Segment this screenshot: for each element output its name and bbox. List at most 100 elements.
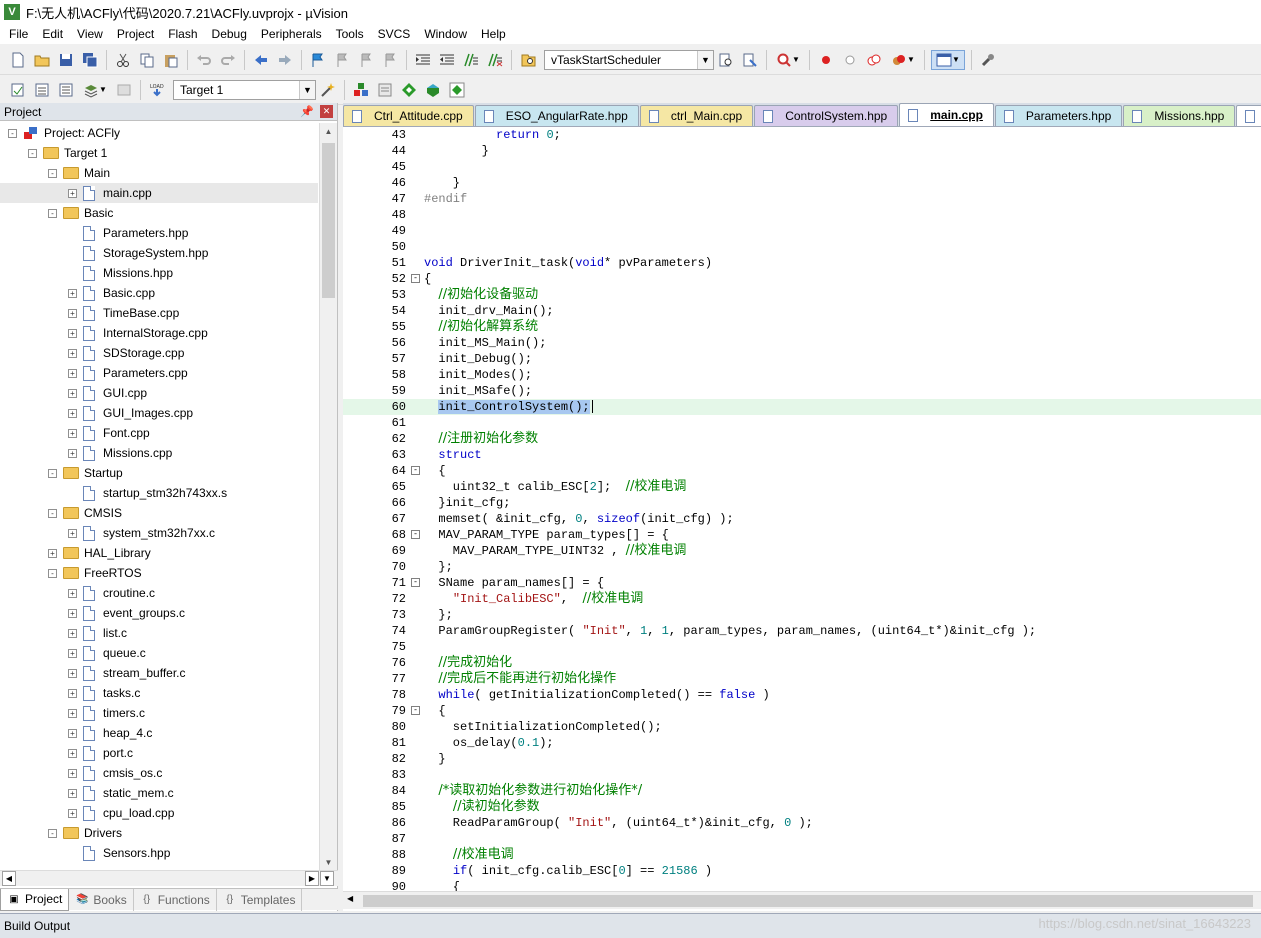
code-line[interactable]: 75 <box>343 639 1261 655</box>
tab-books[interactable]: 📚 Books <box>69 888 134 911</box>
code-line[interactable]: 60 init_ControlSystem(); <box>343 399 1261 415</box>
editor-tab[interactable]: ctrl_Main.cpp <box>639 105 754 126</box>
project-tree-vscrollbar[interactable]: ▲ ▼ <box>319 123 337 870</box>
fold-icon[interactable]: - <box>411 530 420 539</box>
scroll-down-icon[interactable]: ▼ <box>320 871 334 886</box>
window-layout-button[interactable]: ▼ <box>931 49 965 70</box>
editor-tab[interactable]: Missions.hpp <box>1123 105 1236 126</box>
code-line[interactable]: 57 init_Debug(); <box>343 351 1261 367</box>
tree-item[interactable]: + SDStorage.cpp <box>0 343 318 363</box>
browse-button[interactable] <box>716 50 736 70</box>
redo-button[interactable] <box>218 50 238 70</box>
code-line[interactable]: 43 return 0; <box>343 127 1261 143</box>
tree-item[interactable]: - Project: ACFly <box>0 123 318 143</box>
find-in-files-button[interactable] <box>518 50 538 70</box>
code-line[interactable]: 51 void DriverInit_task(void* pvParameter… <box>343 255 1261 271</box>
menu-debug[interactable]: Debug <box>205 24 254 44</box>
expand-icon[interactable]: + <box>68 448 77 458</box>
code-line[interactable]: 58 init_Modes(); <box>343 367 1261 383</box>
prev-bookmark-button[interactable] <box>332 50 352 70</box>
tree-item[interactable]: - Startup <box>0 463 318 483</box>
code-line[interactable]: 45 <box>343 159 1261 175</box>
fold-icon[interactable]: - <box>411 466 420 475</box>
tree-item[interactable]: Parameters.hpp <box>0 223 318 243</box>
indent-button[interactable] <box>413 50 433 70</box>
menu-view[interactable]: View <box>70 24 110 44</box>
comment-button[interactable] <box>461 50 481 70</box>
batch-build-button[interactable]: ▼ <box>80 80 110 100</box>
tree-item[interactable]: + HAL_Library <box>0 543 318 563</box>
tab-functions[interactable]: {} Functions <box>134 888 217 911</box>
code-line[interactable]: 73 }; <box>343 607 1261 623</box>
tree-item[interactable]: - Drivers <box>0 823 318 843</box>
tree-item[interactable]: + Parameters.cpp <box>0 363 318 383</box>
collapse-icon[interactable]: - <box>48 208 57 218</box>
expand-icon[interactable]: + <box>68 688 77 698</box>
editor-tab[interactable]: ESO_AngularRate.hpp <box>474 105 639 126</box>
tab-project[interactable]: ▣ Project <box>0 888 70 911</box>
expand-icon[interactable]: + <box>68 628 77 638</box>
menu-file[interactable]: File <box>2 24 35 44</box>
tree-item[interactable]: Missions.hpp <box>0 263 318 283</box>
collapse-icon[interactable]: - <box>48 568 57 578</box>
tree-item[interactable]: + Missions.cpp <box>0 443 318 463</box>
tree-item[interactable]: + list.c <box>0 623 318 643</box>
code-line[interactable]: 47 #endif <box>343 191 1261 207</box>
collapse-icon[interactable]: - <box>8 128 17 138</box>
fold-icon[interactable]: - <box>411 706 420 715</box>
code-editor[interactable]: 43 return 0; 44 } 45 46 } 47 #endif 48 49 50 51 vo… <box>343 127 1261 891</box>
collapse-icon[interactable]: - <box>48 468 57 478</box>
select-packs-button[interactable] <box>375 80 395 100</box>
tree-item[interactable]: - Basic <box>0 203 318 223</box>
project-tree-hscrollbar[interactable]: ◀ ▶ ▼ <box>0 870 338 886</box>
expand-icon[interactable]: + <box>68 668 77 678</box>
software-packs-button[interactable] <box>447 80 467 100</box>
expand-icon[interactable]: + <box>68 808 77 818</box>
translate-button[interactable] <box>8 80 28 100</box>
code-line[interactable]: 80 setInitializationCompleted(); <box>343 719 1261 735</box>
debug-session-button[interactable]: ▼ <box>773 50 803 70</box>
code-line[interactable]: 67 memset( &init_cfg, 0, sizeof(init_cfg… <box>343 511 1261 527</box>
code-line[interactable]: 56 init_MS_Main(); <box>343 335 1261 351</box>
tree-item[interactable]: + Font.cpp <box>0 423 318 443</box>
expand-icon[interactable]: + <box>68 728 77 738</box>
code-line[interactable]: 54 init_drv_Main(); <box>343 303 1261 319</box>
tree-item[interactable]: + GUI.cpp <box>0 383 318 403</box>
editor-hscrollbar[interactable]: ◀ <box>343 891 1261 909</box>
code-line[interactable]: 63 struct <box>343 447 1261 463</box>
tree-item[interactable]: + croutine.c <box>0 583 318 603</box>
navigate-forward-button[interactable] <box>275 50 295 70</box>
menu-tools[interactable]: Tools <box>329 24 371 44</box>
collapse-icon[interactable]: - <box>48 168 57 178</box>
code-line[interactable]: 87 <box>343 831 1261 847</box>
clear-bookmarks-button[interactable] <box>380 50 400 70</box>
editor-tab[interactable] <box>1236 105 1261 126</box>
expand-icon[interactable]: + <box>68 188 77 198</box>
code-line[interactable]: 61 <box>343 415 1261 431</box>
undo-button[interactable] <box>194 50 214 70</box>
code-line[interactable]: 81 os_delay(0.1); <box>343 735 1261 751</box>
tree-item[interactable]: + queue.c <box>0 643 318 663</box>
expand-icon[interactable]: + <box>68 308 77 318</box>
collapse-icon[interactable]: - <box>48 828 57 838</box>
uncomment-button[interactable] <box>485 50 505 70</box>
kill-all-breakpoints-button[interactable]: ▼ <box>888 50 918 70</box>
scroll-thumb[interactable] <box>322 143 335 298</box>
code-line[interactable]: 82 } <box>343 751 1261 767</box>
tree-item[interactable]: + system_stm32h7xx.c <box>0 523 318 543</box>
expand-icon[interactable]: + <box>68 328 77 338</box>
code-line[interactable]: 55 //初始化解算系统 <box>343 319 1261 335</box>
function-combo[interactable]: vTaskStartScheduler ▼ <box>544 49 714 70</box>
tree-item[interactable]: + heap_4.c <box>0 723 318 743</box>
menu-project[interactable]: Project <box>110 24 161 44</box>
expand-icon[interactable]: + <box>48 548 57 558</box>
code-line[interactable]: 86 ReadParamGroup( "Init", (uint64_t*)&i… <box>343 815 1261 831</box>
new-file-button[interactable] <box>8 50 28 70</box>
scroll-up-icon[interactable]: ▲ <box>320 123 337 139</box>
disable-all-breakpoints-button[interactable] <box>864 50 884 70</box>
open-file-button[interactable] <box>32 50 52 70</box>
save-button[interactable] <box>56 50 76 70</box>
menu-window[interactable]: Window <box>417 24 474 44</box>
code-line[interactable]: 53 //初始化设备驱动 <box>343 287 1261 303</box>
collapse-icon[interactable]: - <box>28 148 37 158</box>
